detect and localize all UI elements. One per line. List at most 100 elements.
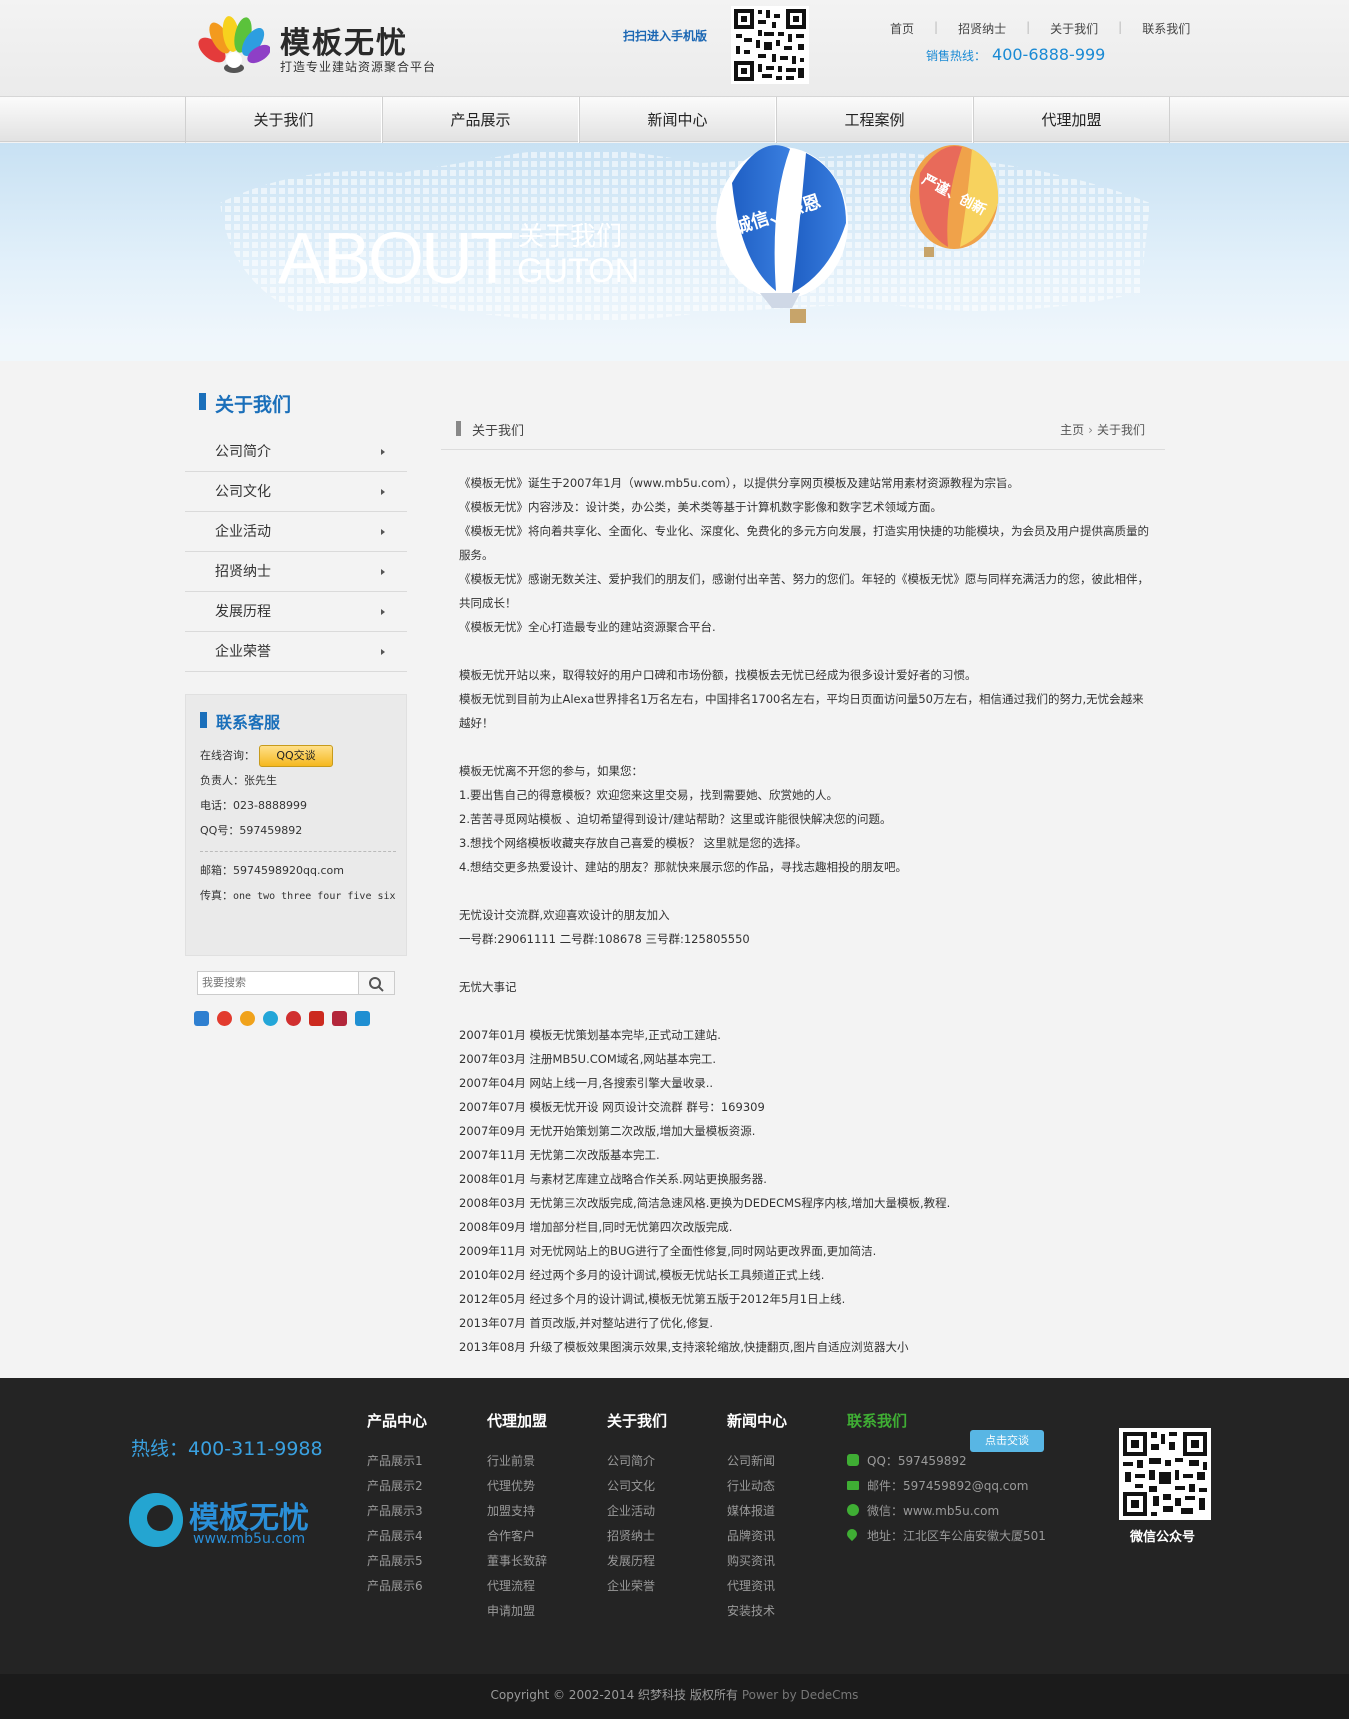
content-paragraph: 《模板无忧》全心打造最专业的建站资源聚合平台.	[459, 620, 716, 634]
sidebar-item-culture[interactable]: 公司文化	[185, 472, 407, 512]
wechat-qr-code	[1119, 1428, 1211, 1520]
banner-title-sub: GUTON	[517, 252, 639, 290]
footer-link[interactable]: 代理优势	[487, 1477, 547, 1502]
article-content: 《模板无忧》诞生于2007年1月（www.mb5u.com），以提供分享网页模板…	[459, 471, 1151, 1359]
nav-item-cases[interactable]: 工程案例	[776, 97, 973, 143]
share-kaixin-icon[interactable]	[309, 1011, 324, 1026]
footer-link[interactable]: 产品展示6	[367, 1577, 427, 1602]
site-footer: 热线：400-311-9988 模板无忧 www.mb5u.com 产品中心 产…	[0, 1378, 1349, 1674]
footer-link[interactable]: 产品展示2	[367, 1477, 427, 1502]
hotline-number: 400-6888-999	[992, 45, 1106, 64]
brand-slogan: 打造专业建站资源聚合平台	[280, 60, 437, 74]
footer-link[interactable]: 品牌资讯	[727, 1527, 787, 1552]
footer-column-franchise: 代理加盟 行业前景 代理优势 加盟支持 合作客户 董事长致辞 代理流程 申请加盟	[487, 1410, 547, 1627]
contact-email: 邮箱：5974598920qq.com	[200, 864, 344, 877]
top-link-about[interactable]: 关于我们	[1030, 20, 1118, 37]
footer-link[interactable]: 行业动态	[727, 1477, 787, 1502]
share-renren-icon[interactable]	[286, 1011, 301, 1026]
share-netease-icon[interactable]	[332, 1011, 347, 1026]
powered-by-link[interactable]: Power by DedeCms	[742, 1688, 859, 1702]
contact-qq: QQ号：597459892	[200, 824, 303, 837]
top-links: 首页 | 招贤纳士 | 关于我们 | 联系我们	[870, 20, 1210, 37]
footer-contact-address: 地址：江北区车公庙安徽大厦501	[844, 1526, 1046, 1552]
footer-link[interactable]: 公司文化	[607, 1477, 667, 1502]
share-weibo-icon[interactable]	[217, 1011, 232, 1026]
search-button[interactable]	[359, 971, 395, 995]
contact-fax-value: one two three four five six	[233, 891, 396, 902]
content-paragraph: 《模板无忧》将向着共享化、全面化、专业化、深度化、免费化的多元方向发展，打造实用…	[459, 524, 1149, 562]
footer-link[interactable]: 行业前景	[487, 1452, 547, 1477]
footer-contact-email-text: 邮件：597459892@qq.com	[867, 1479, 1029, 1493]
top-link-contact[interactable]: 联系我们	[1122, 20, 1210, 37]
footer-link[interactable]: 产品展示3	[367, 1502, 427, 1527]
share-home-icon[interactable]	[355, 1011, 370, 1026]
online-consult-row: 在线咨询： QQ交谈	[200, 743, 396, 768]
sidebar-item-honors[interactable]: 企业荣誉	[185, 632, 407, 672]
content-paragraph: 2007年01月 模板无忧策划基本完毕,正式动工建站.	[459, 1028, 721, 1042]
footer-link[interactable]: 产品展示5	[367, 1552, 427, 1577]
footer-column-about: 关于我们 公司简介 公司文化 企业活动 招贤纳士 发展历程 企业荣誉	[607, 1410, 667, 1602]
footer-link[interactable]: 合作客户	[487, 1527, 547, 1552]
sidebar-item-profile[interactable]: 公司简介	[185, 432, 407, 472]
contact-fax-label: 传真：	[200, 889, 233, 902]
footer-link[interactable]: 董事长致辞	[487, 1552, 547, 1577]
footer-link[interactable]: 加盟支持	[487, 1502, 547, 1527]
footer-logo-url: www.mb5u.com	[193, 1531, 306, 1547]
content-paragraph: 2007年11月 无忧第二次改版基本完工.	[459, 1148, 660, 1162]
share-icons	[194, 1011, 370, 1026]
footer-link[interactable]: 招贤纳士	[607, 1527, 667, 1552]
footer-link[interactable]: 媒体报道	[727, 1502, 787, 1527]
nav-item-products[interactable]: 产品展示	[382, 97, 579, 143]
nav-item-about[interactable]: 关于我们	[185, 97, 382, 143]
nav-item-news[interactable]: 新闻中心	[579, 97, 776, 143]
footer-column-title: 代理加盟	[487, 1412, 548, 1430]
footer-link[interactable]: 申请加盟	[487, 1602, 547, 1627]
footer-link[interactable]: 代理资讯	[727, 1577, 787, 1602]
footer-link[interactable]: 代理流程	[487, 1577, 547, 1602]
breadcrumb-home[interactable]: 主页	[1060, 423, 1084, 437]
footer-link[interactable]: 产品展示1	[367, 1452, 427, 1477]
sidebar-title: 关于我们	[199, 390, 291, 417]
content-paragraph: 2007年09月 无忧开始策划第二次改版,增加大量模板资源.	[459, 1124, 756, 1138]
sidebar-item-activities[interactable]: 企业活动	[185, 512, 407, 552]
content-paragraph: 2008年03月 无忧第三次改版完成,简洁急速风格.更换为DEDECMS程序内核…	[459, 1196, 951, 1210]
breadcrumb-current[interactable]: 关于我们	[1097, 423, 1145, 437]
footer-link[interactable]: 购买资讯	[727, 1552, 787, 1577]
share-qzone-icon[interactable]	[240, 1011, 255, 1026]
breadcrumb: 主页 › 关于我们	[1060, 421, 1145, 438]
footer-link[interactable]: 企业活动	[607, 1502, 667, 1527]
footer-link[interactable]: 企业荣誉	[607, 1577, 667, 1602]
footer-link[interactable]: 安装技术	[727, 1602, 787, 1627]
content-paragraph: 模板无忧到目前为止Alexa世界排名1万名左右，中国排名1700名左右，平均日页…	[459, 692, 1144, 730]
content-paragraph: 2013年08月 升级了模板效果图演示效果,支持滚轮缩放,快捷翻页,图片自适应浏…	[459, 1340, 909, 1354]
share-more-icon[interactable]	[194, 1011, 209, 1026]
top-link-jobs[interactable]: 招贤纳士	[938, 20, 1026, 37]
content-paragraph: 《模板无忧》诞生于2007年1月（www.mb5u.com），以提供分享网页模板…	[459, 476, 1019, 490]
share-tencent-icon[interactable]	[263, 1011, 278, 1026]
footer-logo[interactable]: 模板无忧 www.mb5u.com	[127, 1491, 327, 1553]
footer-link[interactable]: 公司新闻	[727, 1452, 787, 1477]
footer-link[interactable]: 发展历程	[607, 1552, 667, 1577]
footer-link[interactable]: 公司简介	[607, 1452, 667, 1477]
banner-artwork: ABOUT 关于我们 GUTON 诚信、感恩 严谨、创新	[0, 145, 1349, 361]
sidebar-item-jobs[interactable]: 招贤纳士	[185, 552, 407, 592]
search-input[interactable]	[197, 971, 359, 995]
qq-chat-button[interactable]: QQ交谈	[259, 745, 333, 767]
nav-item-franchise[interactable]: 代理加盟	[973, 97, 1170, 143]
location-pin-icon	[844, 1526, 860, 1542]
sidebar-item-history[interactable]: 发展历程	[185, 592, 407, 632]
peacock-logo-icon	[198, 16, 270, 73]
content-paragraph: 2.苦苦寻觅网站模板 、迫切希望得到设计/建站帮助？这里或许能很快解决您的问题。	[459, 812, 892, 826]
content-paragraph: 2007年04月 网站上线一月,各搜索引擎大量收录..	[459, 1076, 714, 1090]
footer-link[interactable]: 产品展示4	[367, 1527, 427, 1552]
search-icon	[369, 977, 384, 992]
contact-person: 负责人：张先生	[200, 774, 277, 787]
mobile-version-label: 扫扫进入手机版	[623, 29, 708, 43]
top-link-home[interactable]: 首页	[870, 20, 934, 37]
site-logo[interactable]: 模板无忧 打造专业建站资源聚合平台	[198, 16, 458, 80]
click-to-chat-button[interactable]: 点击交谈	[970, 1430, 1044, 1452]
content-paragraph: 模板无忧离不开您的参与，如果您：	[459, 764, 643, 778]
